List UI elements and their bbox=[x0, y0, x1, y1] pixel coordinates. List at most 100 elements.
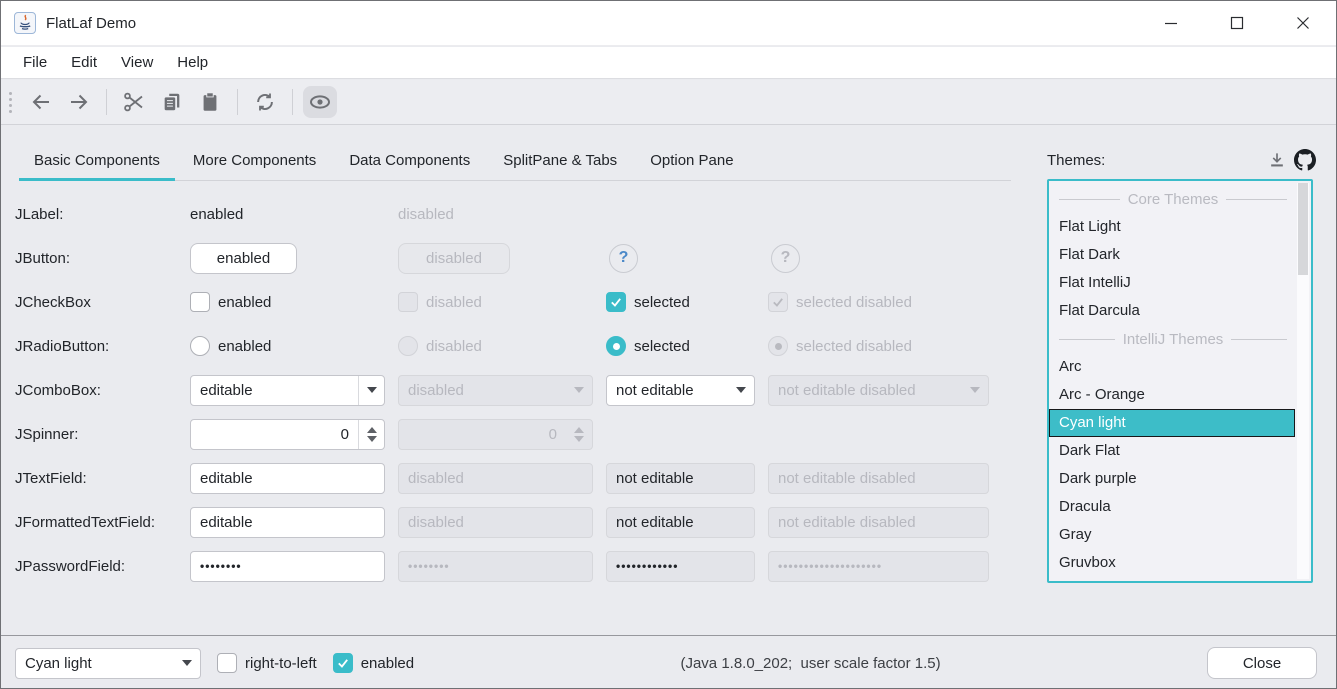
menu-bar: File Edit View Help bbox=[1, 47, 1336, 79]
chevron-down-icon bbox=[367, 387, 377, 393]
themes-scrollbar[interactable] bbox=[1297, 183, 1309, 579]
github-icon bbox=[1294, 149, 1316, 171]
help-button-disabled: ? bbox=[771, 244, 800, 273]
label-disabled: disabled bbox=[398, 206, 454, 223]
spinner-enabled[interactable]: 0 bbox=[190, 419, 385, 450]
textfield-editable[interactable] bbox=[190, 463, 385, 494]
formatted-textfield-editable[interactable] bbox=[190, 507, 385, 538]
refresh-button[interactable] bbox=[248, 86, 282, 118]
tab-more-components[interactable]: More Components bbox=[178, 141, 331, 180]
theme-item-dark-flat[interactable]: Dark Flat bbox=[1049, 437, 1295, 465]
jspinner-row: JSpinner: 0 0 bbox=[1, 412, 989, 456]
combo-arrow-button[interactable] bbox=[728, 376, 754, 405]
button-enabled[interactable]: enabled bbox=[190, 243, 297, 274]
theme-item-dark-purple[interactable]: Dark purple bbox=[1049, 465, 1295, 493]
scrollbar-thumb[interactable] bbox=[1298, 183, 1308, 275]
copy-icon bbox=[161, 91, 183, 113]
checkbox-selected[interactable]: selected bbox=[606, 292, 690, 312]
jtextfield-row: JTextField: disabled not editable not ed… bbox=[1, 456, 989, 500]
maximize-button[interactable] bbox=[1204, 1, 1270, 45]
toolbar bbox=[1, 80, 1336, 125]
menu-view[interactable]: View bbox=[109, 47, 165, 78]
github-link-button[interactable] bbox=[1291, 146, 1319, 174]
combobox-not-editable-disabled: not editable disabled bbox=[768, 375, 989, 406]
basic-components-panel: JLabel: enabled disabled JButton: enable… bbox=[1, 192, 989, 588]
spinner-disabled: 0 bbox=[398, 419, 593, 450]
menu-edit[interactable]: Edit bbox=[59, 47, 109, 78]
combobox-editable[interactable]: editable bbox=[190, 375, 385, 406]
jcheckbox-row: JCheckBox enabled disabled select bbox=[1, 280, 989, 324]
back-button[interactable] bbox=[24, 86, 58, 118]
theme-item-arc[interactable]: Arc bbox=[1049, 353, 1295, 381]
combo-arrow-button[interactable] bbox=[174, 649, 200, 678]
cut-button[interactable] bbox=[117, 86, 151, 118]
checkbox-checked-icon bbox=[768, 292, 788, 312]
toolbar-separator bbox=[106, 89, 107, 115]
chevron-down-icon bbox=[182, 660, 192, 666]
combo-arrow-button bbox=[962, 376, 988, 405]
button-disabled: disabled bbox=[398, 243, 510, 274]
minimize-button[interactable] bbox=[1138, 1, 1204, 45]
passwordfield-editable[interactable] bbox=[190, 551, 385, 582]
row-label: JSpinner: bbox=[1, 426, 190, 443]
download-theme-button[interactable] bbox=[1263, 146, 1291, 174]
radio-selected-icon bbox=[606, 336, 626, 356]
toolbar-separator bbox=[237, 89, 238, 115]
forward-button[interactable] bbox=[62, 86, 96, 118]
checkbox-disabled: disabled bbox=[398, 292, 482, 312]
passwordfield-not-editable: •••••••••••• bbox=[606, 551, 755, 582]
theme-item-flat-dark[interactable]: Flat Dark bbox=[1049, 241, 1295, 269]
theme-item-gray[interactable]: Gray bbox=[1049, 521, 1295, 549]
toolbar-grip[interactable] bbox=[9, 92, 12, 113]
checkbox-enabled[interactable]: enabled bbox=[190, 292, 271, 312]
checkbox-icon bbox=[190, 292, 210, 312]
forward-arrow-icon bbox=[67, 90, 91, 114]
radio-selected[interactable]: selected bbox=[606, 336, 690, 356]
right-to-left-checkbox[interactable]: right-to-left bbox=[217, 653, 317, 673]
jformattedtextfield-row: JFormattedTextField: disabled not editab… bbox=[1, 500, 989, 544]
toolbar-separator bbox=[292, 89, 293, 115]
theme-item-arc-orange[interactable]: Arc - Orange bbox=[1049, 381, 1295, 409]
menu-file[interactable]: File bbox=[11, 47, 59, 78]
tab-splitpane-tabs[interactable]: SplitPane & Tabs bbox=[488, 141, 632, 180]
spinner-buttons bbox=[566, 420, 592, 449]
radio-selected-icon bbox=[768, 336, 788, 356]
download-icon bbox=[1267, 150, 1287, 170]
combobox-disabled: disabled bbox=[398, 375, 593, 406]
menu-help[interactable]: Help bbox=[165, 47, 220, 78]
themes-list: Core Themes Flat Light Flat Dark Flat In… bbox=[1047, 179, 1313, 583]
clipboard-icon bbox=[199, 91, 221, 113]
close-window-button[interactable] bbox=[1270, 1, 1336, 45]
show-toggle-button[interactable] bbox=[303, 86, 337, 118]
help-button[interactable]: ? bbox=[609, 244, 638, 273]
theme-item-flat-darcula[interactable]: Flat Darcula bbox=[1049, 297, 1295, 325]
checkbox-icon bbox=[398, 292, 418, 312]
close-button[interactable]: Close bbox=[1207, 647, 1317, 679]
spinner-buttons[interactable] bbox=[358, 420, 384, 449]
row-label: JLabel: bbox=[1, 206, 190, 223]
theme-item-gruvbox[interactable]: Gruvbox bbox=[1049, 549, 1295, 577]
themes-header: Themes: bbox=[1047, 145, 1319, 175]
theme-select-combobox[interactable]: Cyan light bbox=[15, 648, 201, 679]
themes-label: Themes: bbox=[1047, 152, 1263, 169]
tab-basic-components[interactable]: Basic Components bbox=[19, 141, 175, 180]
row-label: JFormattedTextField: bbox=[1, 514, 190, 531]
app-window: FlatLaf Demo File Edit View Help bbox=[0, 0, 1337, 689]
paste-button[interactable] bbox=[193, 86, 227, 118]
combobox-not-editable[interactable]: not editable bbox=[606, 375, 755, 406]
enabled-checkbox[interactable]: enabled bbox=[333, 653, 414, 673]
theme-item-cyan-light[interactable]: Cyan light bbox=[1049, 409, 1295, 437]
radio-enabled[interactable]: enabled bbox=[190, 336, 271, 356]
combo-arrow-button bbox=[566, 376, 592, 405]
theme-item-flat-intellij[interactable]: Flat IntelliJ bbox=[1049, 269, 1295, 297]
tab-bar: Basic Components More Components Data Co… bbox=[19, 141, 1011, 181]
chevron-down-icon bbox=[736, 387, 746, 393]
copy-button[interactable] bbox=[155, 86, 189, 118]
row-label: JTextField: bbox=[1, 470, 190, 487]
tab-data-components[interactable]: Data Components bbox=[334, 141, 485, 180]
theme-item-dracula[interactable]: Dracula bbox=[1049, 493, 1295, 521]
combo-arrow-button[interactable] bbox=[358, 376, 384, 405]
textfield-disabled: disabled bbox=[398, 463, 593, 494]
tab-option-pane[interactable]: Option Pane bbox=[635, 141, 748, 180]
theme-item-flat-light[interactable]: Flat Light bbox=[1049, 213, 1295, 241]
